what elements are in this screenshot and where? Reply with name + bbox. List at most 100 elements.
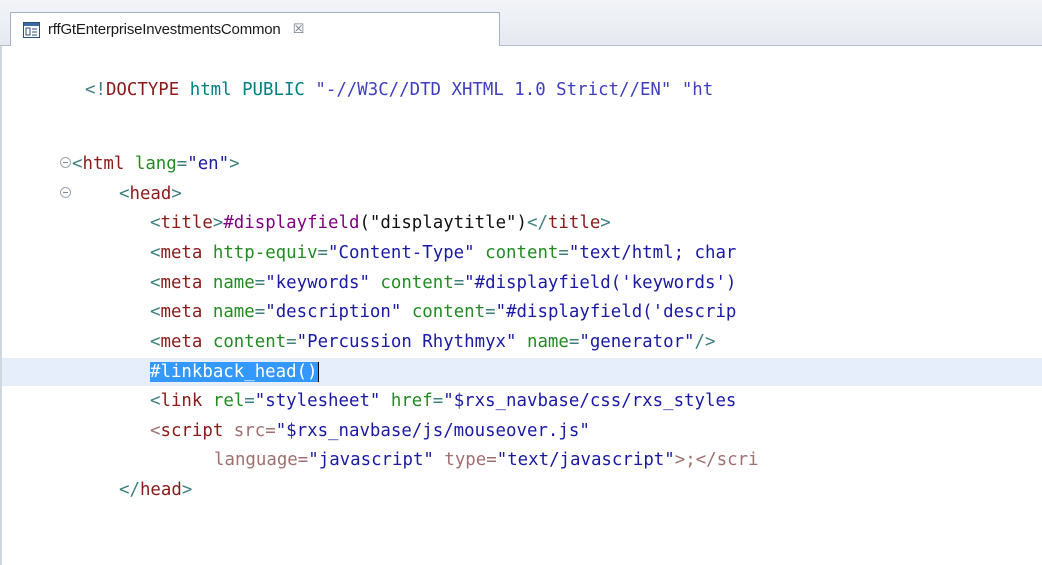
- code-token: =: [286, 332, 297, 352]
- code-token: "Percussion Rhythmyx": [296, 332, 517, 352]
- code-token: "ht: [671, 80, 714, 100]
- code-token: DOCTYPE: [105, 80, 180, 100]
- code-editor[interactable]: <!DOCTYPE html PUBLIC "-//W3C//DTD XHTML…: [2, 46, 1042, 565]
- code-token: name: [516, 332, 569, 352]
- code-token: content: [401, 302, 486, 322]
- code-token: "javascript": [308, 450, 434, 470]
- code-token: "Content-Type": [328, 243, 475, 263]
- code-token: ("displaytitle"): [359, 213, 527, 233]
- code-token: <: [150, 332, 161, 352]
- code-token: html PUBLIC: [179, 80, 316, 100]
- code-token: >: [171, 184, 182, 204]
- code-line-link-stylesheet: <link rel="stylesheet" href="$rxs_navbas…: [2, 387, 1042, 415]
- code-token: "text/javascript": [496, 450, 675, 470]
- code-token: href: [380, 391, 433, 411]
- code-token: lang: [124, 154, 177, 174]
- code-token: =: [317, 243, 329, 263]
- code-token: content: [369, 273, 454, 293]
- code-token: <: [150, 273, 161, 293]
- code-token: "generator": [579, 332, 695, 352]
- code-token: =: [297, 450, 309, 470]
- code-token: </: [119, 480, 140, 500]
- code-line-meta-description: <meta name="description" content="#displ…: [2, 298, 1042, 326]
- editor-tab[interactable]: rffGtEnterpriseInvestmentsCommon ☒: [10, 12, 500, 46]
- selected-text[interactable]: #linkback_head(): [150, 362, 318, 382]
- code-token: =: [485, 302, 496, 322]
- code-token: =: [176, 154, 188, 174]
- code-token: link: [160, 391, 203, 411]
- code-token: language: [214, 450, 298, 470]
- code-token: title: [547, 213, 601, 233]
- text-caret: [317, 362, 319, 382]
- code-line-meta-generator: <meta content="Percussion Rhythmyx" name…: [2, 328, 1042, 356]
- code-line-title: <title>#displayfield("displaytitle")</ti…: [2, 209, 1042, 237]
- editor-tab-strip: rffGtEnterpriseInvestmentsCommon ☒: [0, 0, 1042, 46]
- fold-collapse-icon[interactable]: [60, 157, 71, 168]
- code-token: =: [254, 273, 266, 293]
- code-token: >;: [674, 450, 696, 470]
- code-token: #displayfield: [223, 213, 360, 233]
- code-token: =: [558, 243, 569, 263]
- code-line-meta-keywords: <meta name="keywords" content="#displayf…: [2, 269, 1042, 297]
- code-token: html: [82, 154, 125, 174]
- code-line-meta-content-type: <meta http-equiv="Content-Type" content=…: [2, 239, 1042, 267]
- code-token: =: [453, 273, 465, 293]
- code-token: "en": [187, 154, 230, 174]
- close-tab-icon[interactable]: ☒: [293, 23, 305, 36]
- code-line-linkback-current: #linkback_head(): [2, 358, 1042, 386]
- fold-collapse-icon[interactable]: [60, 187, 71, 198]
- code-token: <: [150, 243, 161, 263]
- code-token: </scri: [695, 450, 759, 470]
- code-token: "stylesheet": [254, 391, 381, 411]
- code-token: name: [202, 302, 255, 322]
- code-token: <!: [85, 80, 106, 100]
- code-token: <: [150, 302, 161, 322]
- code-token: content: [474, 243, 559, 263]
- code-token: =: [568, 332, 580, 352]
- code-token: <: [72, 154, 83, 174]
- code-token: >: [229, 154, 240, 174]
- code-token: >: [212, 213, 224, 233]
- editor-tab-title: rffGtEnterpriseInvestmentsCommon: [48, 21, 281, 38]
- code-token: name: [202, 273, 255, 293]
- code-token: "$rxs_navbase/css/rxs_styles: [443, 391, 737, 411]
- code-token: "$rxs_navbase/js/mouseover.js": [275, 421, 590, 441]
- code-token: >: [600, 213, 611, 233]
- code-token: script: [160, 421, 224, 441]
- code-token: />: [694, 332, 716, 352]
- code-token: <: [119, 184, 130, 204]
- code-token: =: [486, 450, 497, 470]
- code-line-script-open: <script src="$rxs_navbase/js/mouseover.j…: [2, 417, 1042, 445]
- code-token: =: [265, 421, 276, 441]
- code-token: head: [129, 184, 172, 204]
- code-token: rel: [202, 391, 245, 411]
- code-token: "#displayfield('keywords'): [464, 273, 737, 293]
- code-token: title: [160, 213, 213, 233]
- code-line-head-close: </head>: [2, 476, 1042, 504]
- code-token: =: [432, 391, 444, 411]
- code-token: "-//W3C//DTD XHTML 1.0 Strict//EN": [315, 80, 672, 100]
- code-line-script-attrs: language="javascript" type="text/javascr…: [2, 446, 1042, 474]
- code-token: "text/html; char: [568, 243, 737, 263]
- code-line-head-open: <head>: [2, 180, 1042, 208]
- code-token: content: [202, 332, 287, 352]
- code-token: "#displayfield('descrip: [495, 302, 737, 322]
- code-token: <: [150, 421, 161, 441]
- code-token: </: [526, 213, 548, 233]
- code-token: meta: [160, 302, 203, 322]
- code-token: <: [150, 391, 161, 411]
- code-token: http-equiv: [202, 243, 318, 263]
- code-line-doctype: <!DOCTYPE html PUBLIC "-//W3C//DTD XHTML…: [2, 76, 1042, 104]
- code-token: "description": [265, 302, 402, 322]
- code-token: meta: [160, 273, 203, 293]
- code-token: head: [139, 480, 182, 500]
- code-token: src: [223, 421, 266, 441]
- code-token: <: [150, 213, 161, 233]
- code-line-html-open: <html lang="en">: [2, 150, 1042, 178]
- code-token: type: [433, 450, 487, 470]
- template-editor-icon: [23, 21, 40, 38]
- code-token: meta: [160, 332, 203, 352]
- code-token: =: [254, 302, 266, 322]
- code-token: meta: [160, 243, 203, 263]
- code-token: >: [181, 480, 193, 500]
